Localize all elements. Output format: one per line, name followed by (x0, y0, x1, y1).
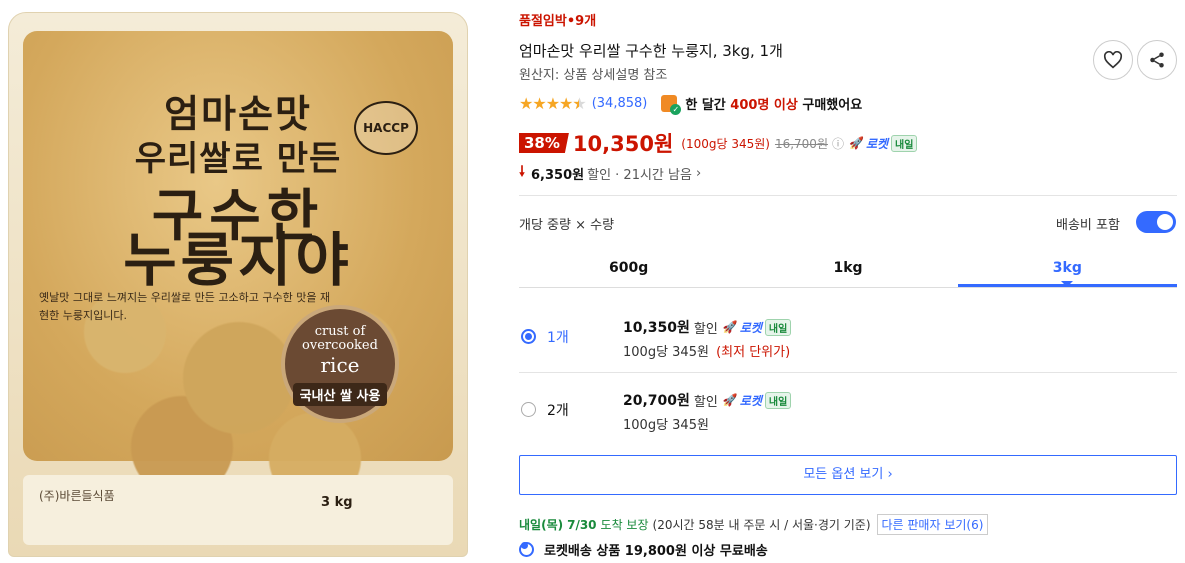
tomorrow-badge: 내일 (891, 134, 918, 152)
radio-unselected[interactable] (521, 402, 536, 417)
product-title: 엄마손맛 우리쌀 구수한 누룽지, 3kg, 1개 (519, 42, 783, 60)
unit-price: (100g당 345원) (681, 136, 770, 151)
chevron-right-icon: › (695, 165, 702, 181)
rocket-label: 로켓 (739, 393, 762, 408)
option-unit: 100g당 345원 (623, 345, 709, 360)
rating-row: ★★★★★★ (34,858) 한 달간 400명 이상 구매했어요 (519, 93, 862, 115)
star-rating[interactable]: ★★★★★★ (519, 94, 587, 113)
quantity-option-1[interactable]: 1개 10,350원 할인 🚀 로켓 내일 100g당 345원 (최저 단위가… (519, 309, 1177, 373)
option-unit-price: 100g당 345원 (최저 단위가) (623, 341, 790, 360)
quantity-label: 2개 (547, 403, 569, 419)
delivery-detail: (20시간 58분 내 주문 시 / 서울·경기 기준) (652, 518, 871, 532)
review-count-link[interactable]: (34,858) (592, 96, 648, 111)
option-price-line: 20,700원 할인 🚀 로켓 내일 (623, 390, 792, 410)
info-icon[interactable]: ⓘ (832, 135, 844, 152)
option-heading: 개당 중량 × 수량 (519, 218, 615, 233)
haccp-mark: HACCP (354, 101, 418, 155)
rice-seal: crust of overcooked rice 국내산 쌀 사용 (281, 305, 399, 423)
purchase-prefix: 한 달간 (685, 97, 731, 113)
down-arrow-icon: 🠗 (519, 164, 526, 180)
purchase-count-text: 한 달간 400명 이상 구매했어요 (685, 94, 862, 113)
shopping-bag-icon (661, 94, 682, 115)
tab-1kg[interactable]: 1kg (738, 249, 957, 287)
stock-warning: 품절임박•9개 (519, 14, 597, 29)
option-discount-label: 할인 (693, 321, 718, 337)
product-bag-illustration: 엄마손맛 우리쌀로 만든 구수한 누룽지야 옛날맛 그대로 느껴지는 우리쌀로 … (8, 12, 468, 557)
tab-600g[interactable]: 600g (519, 249, 738, 287)
share-icon (1150, 52, 1164, 68)
delivery-info: 내일(목) 7/30 도착 보장 (20시간 58분 내 주문 시 / 서울·경… (519, 514, 989, 535)
free-shipping-option[interactable]: 로켓배송 상품 19,800원 이상 무료배송 (519, 540, 768, 559)
other-sellers-button[interactable]: 다른 판매자 보기(6) (876, 514, 989, 535)
seal-text-en: crust of overcooked (302, 324, 378, 353)
rocket-icon: 🚀 (722, 393, 738, 407)
all-options-button[interactable]: 모든 옵션 보기 › (519, 455, 1177, 495)
quantity-option-2[interactable]: 2개 20,700원 할인 🚀 로켓 내일 100g당 345원 (519, 382, 1177, 446)
quantity-label: 1개 (547, 330, 569, 346)
delivery-guarantee: 도착 보장 (600, 518, 649, 532)
saving-amount: 6,350원 (531, 167, 585, 183)
tomorrow-badge: 내일 (764, 318, 792, 336)
bag-brand: (주)바른들식품 (39, 489, 115, 503)
bag-description: 옛날맛 그대로 느껴지는 우리쌀로 만든 고소하고 구수한 맛을 재현한 누룽지… (39, 291, 331, 322)
lowest-unit-price-label: (최저 단위가) (716, 345, 791, 360)
option-unit-price: 100g당 345원 (623, 414, 709, 433)
purchase-highlight: 400명 이상 (730, 97, 798, 113)
sale-price: 10,350원 (572, 132, 674, 156)
product-info-panel: 품절임박•9개 엄마손맛 우리쌀 구수한 누룽지, 3kg, 1개 원산지: 상… (519, 0, 1177, 563)
delivery-date-number: 7/30 (567, 517, 597, 532)
rocket-icon: 🚀 (849, 136, 864, 150)
radio-selected[interactable] (521, 329, 536, 344)
free-shipping-text: 로켓배송 상품 19,800원 이상 무료배송 (544, 544, 768, 559)
shipping-toggle-label: 배송비 포함 (1056, 218, 1120, 233)
seal-text-ko: 국내산 쌀 사용 (293, 383, 387, 406)
rocket-label: 로켓 (865, 136, 889, 151)
tomorrow-badge: 내일 (764, 391, 792, 409)
saving-row[interactable]: 🠗 6,350원 할인 · 21시간 남음 › (519, 161, 701, 185)
product-image[interactable]: 엄마손맛 우리쌀로 만든 구수한 누룽지야 옛날맛 그대로 느껴지는 우리쌀로 … (0, 0, 500, 563)
saving-remaining: 할인 · 21시간 남음 (587, 167, 692, 183)
heart-icon (1103, 51, 1123, 69)
rocket-delivery-badge: 🚀 로켓 내일 (722, 318, 792, 336)
bag-weight: 3 kg (321, 495, 353, 510)
shipping-included-toggle[interactable] (1136, 211, 1176, 233)
option-discount-label: 할인 (693, 394, 718, 410)
price-row: 38% 10,350원 (100g당 345원) 16,700원 ⓘ 🚀 로켓 … (519, 131, 918, 156)
weight-tabs: 600g 1kg 3kg (519, 249, 1177, 288)
rocket-delivery-badge: 🚀 로켓 내일 (722, 391, 792, 409)
purchase-suffix: 구매했어요 (797, 97, 863, 113)
bag-title-line4: 누룽지야 (123, 226, 353, 294)
divider (519, 195, 1177, 196)
delivery-date: 내일(목) (519, 518, 564, 532)
original-price: 16,700원 (774, 136, 828, 151)
tab-3kg[interactable]: 3kg (957, 249, 1177, 287)
rocket-icon: 🚀 (722, 320, 738, 334)
seal-text-rice: rice (320, 353, 360, 377)
rocket-delivery-badge: 🚀 로켓 내일 (849, 134, 918, 152)
wishlist-button[interactable] (1093, 40, 1133, 80)
discount-badge: 38% (519, 133, 569, 153)
option-price: 20,700원 (623, 393, 690, 409)
radio-selected[interactable] (519, 542, 534, 557)
product-origin: 원산지: 상품 상세설명 참조 (519, 68, 668, 83)
option-price: 10,350원 (623, 320, 690, 336)
rocket-label: 로켓 (739, 320, 762, 335)
option-unit: 100g당 345원 (623, 418, 709, 433)
share-button[interactable] (1137, 40, 1177, 80)
option-price-line: 10,350원 할인 🚀 로켓 내일 (623, 317, 792, 337)
bag-label-panel (23, 475, 453, 545)
